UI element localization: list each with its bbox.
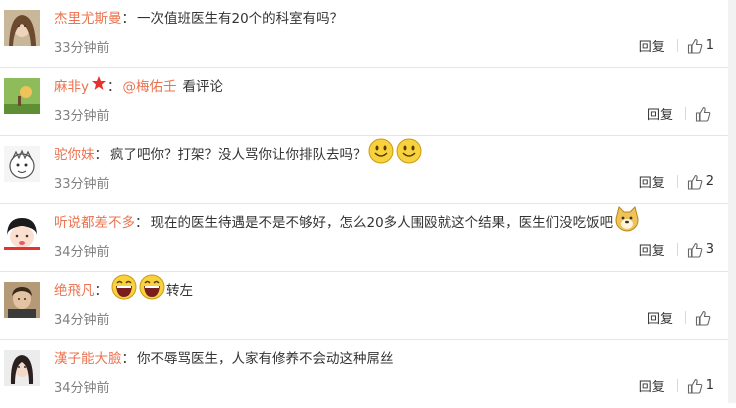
thumbs-up-icon <box>695 106 711 122</box>
divider <box>676 39 678 52</box>
avatar[interactable] <box>4 282 40 318</box>
smile-emoji-icon <box>396 138 422 168</box>
comment-actions: 回复 3 <box>639 240 714 259</box>
comment-line: 绝飛凡 ： 转左 <box>54 274 193 300</box>
thumbs-up-icon <box>695 310 711 326</box>
smile-emoji-icon <box>368 138 394 168</box>
colon: ： <box>121 351 136 367</box>
colon: ： <box>94 147 109 163</box>
vip-star-icon <box>91 75 107 95</box>
comment-text: 你不辱骂医生，人家有修养不会动这种屌丝 <box>137 351 394 367</box>
timestamp: 34分钟前 <box>54 381 110 396</box>
timestamp: 33分钟前 <box>54 41 110 56</box>
colon: ： <box>121 11 136 27</box>
laugh-emoji-icon <box>139 274 165 304</box>
username-link[interactable]: 绝飛凡 <box>54 279 95 299</box>
like-button[interactable]: 2 <box>687 174 714 190</box>
like-button[interactable]: 1 <box>687 378 714 394</box>
timestamp: 33分钟前 <box>54 109 110 124</box>
mention-link[interactable]: @梅佑壬 <box>123 75 177 95</box>
comment-actions: 回复 <box>647 104 714 123</box>
avatar[interactable] <box>4 78 40 114</box>
divider <box>676 175 678 188</box>
colon: ： <box>107 79 121 95</box>
comment-line: 听说都差不多 ： 现在的医生待遇是不是不够好，怎么20多人围殴就这个结果，医生们… <box>54 206 641 232</box>
timestamp: 34分钟前 <box>54 313 110 328</box>
timestamp: 34分钟前 <box>54 245 110 260</box>
scrollbar[interactable] <box>728 0 736 403</box>
username-link[interactable]: 杰里尤斯曼 <box>54 7 122 27</box>
reply-button[interactable]: 回复 <box>639 172 665 191</box>
reply-button[interactable]: 回复 <box>639 36 665 55</box>
like-button[interactable] <box>695 106 714 122</box>
reply-button[interactable]: 回复 <box>647 104 673 123</box>
divider <box>685 107 686 120</box>
avatar[interactable] <box>4 10 40 46</box>
comment-item: 麻非y ： @梅佑壬 看评论 33分钟前 回复 <box>0 68 728 136</box>
comment-page: 杰里尤斯曼 ： 一次值班医生有20个的科室有吗？ 33分钟前 回复 1 麻非y <box>0 0 736 403</box>
divider <box>676 379 678 392</box>
username-link[interactable]: 漢子能大臉 <box>54 347 122 367</box>
username-link[interactable]: 麻非y <box>54 75 89 95</box>
thumbs-up-icon <box>687 242 703 258</box>
avatar[interactable] <box>4 146 40 182</box>
comment-item: 驼你妹 ： 疯了吧你？打架？没人骂你让你排队去吗？ 33分钟前 回复 2 <box>0 136 728 204</box>
comment-list: 杰里尤斯曼 ： 一次值班医生有20个的科室有吗？ 33分钟前 回复 1 麻非y <box>0 0 728 408</box>
comment-item: 绝飛凡 ： 转左 34分钟前 回复 <box>0 272 728 340</box>
like-button[interactable] <box>695 310 714 326</box>
comment-item: 漢子能大臉 ： 你不辱骂医生，人家有修养不会动这种屌丝 34分钟前 回复 1 <box>0 340 728 408</box>
doge-emoji-icon <box>614 206 640 236</box>
like-count: 1 <box>705 38 714 53</box>
comment-line: 杰里尤斯曼 ： 一次值班医生有20个的科室有吗？ <box>54 7 343 27</box>
thumbs-up-icon <box>687 378 703 394</box>
comment-actions: 回复 2 <box>639 172 714 191</box>
reply-button[interactable]: 回复 <box>647 308 673 327</box>
comment-actions: 回复 <box>647 308 714 327</box>
like-count: 1 <box>705 378 714 393</box>
like-button[interactable]: 3 <box>687 242 714 258</box>
comment-item: 听说都差不多 ： 现在的医生待遇是不是不够好，怎么20多人围殴就这个结果，医生们… <box>0 204 728 272</box>
like-button[interactable]: 1 <box>687 38 714 54</box>
comment-line: 麻非y ： @梅佑壬 看评论 <box>54 75 223 95</box>
comment-actions: 回复 1 <box>639 36 714 55</box>
laugh-emoji-icon <box>111 274 137 304</box>
username-link[interactable]: 听说都差不多 <box>54 211 135 231</box>
avatar[interactable] <box>4 350 40 386</box>
comment-actions: 回复 1 <box>639 376 714 395</box>
colon: ： <box>135 215 149 231</box>
reply-button[interactable]: 回复 <box>639 376 665 395</box>
comment-text: 一次值班医生有20个的科室有吗？ <box>137 11 344 27</box>
avatar[interactable] <box>4 214 40 250</box>
divider <box>685 311 686 324</box>
like-count: 3 <box>705 242 714 257</box>
username-link[interactable]: 驼你妹 <box>54 143 95 163</box>
comment-text: 转左 <box>166 283 193 299</box>
thumbs-up-icon <box>687 38 703 54</box>
like-count: 2 <box>705 174 714 189</box>
timestamp: 33分钟前 <box>54 177 110 192</box>
comment-text: 看评论 <box>182 79 224 95</box>
comment-line: 漢子能大臉 ： 你不辱骂医生，人家有修养不会动这种屌丝 <box>54 347 394 367</box>
divider <box>676 243 678 256</box>
comment-text: 疯了吧你？打架？没人骂你让你排队去吗？ <box>110 147 367 163</box>
thumbs-up-icon <box>687 174 703 190</box>
comment-line: 驼你妹 ： 疯了吧你？打架？没人骂你让你排队去吗？ <box>54 138 423 164</box>
colon: ： <box>94 283 109 299</box>
comment-item: 杰里尤斯曼 ： 一次值班医生有20个的科室有吗？ 33分钟前 回复 1 <box>0 0 728 68</box>
comment-text: 现在的医生待遇是不是不够好，怎么20多人围殴就这个结果，医生们没吃饭吧 <box>150 215 614 231</box>
reply-button[interactable]: 回复 <box>639 240 665 259</box>
